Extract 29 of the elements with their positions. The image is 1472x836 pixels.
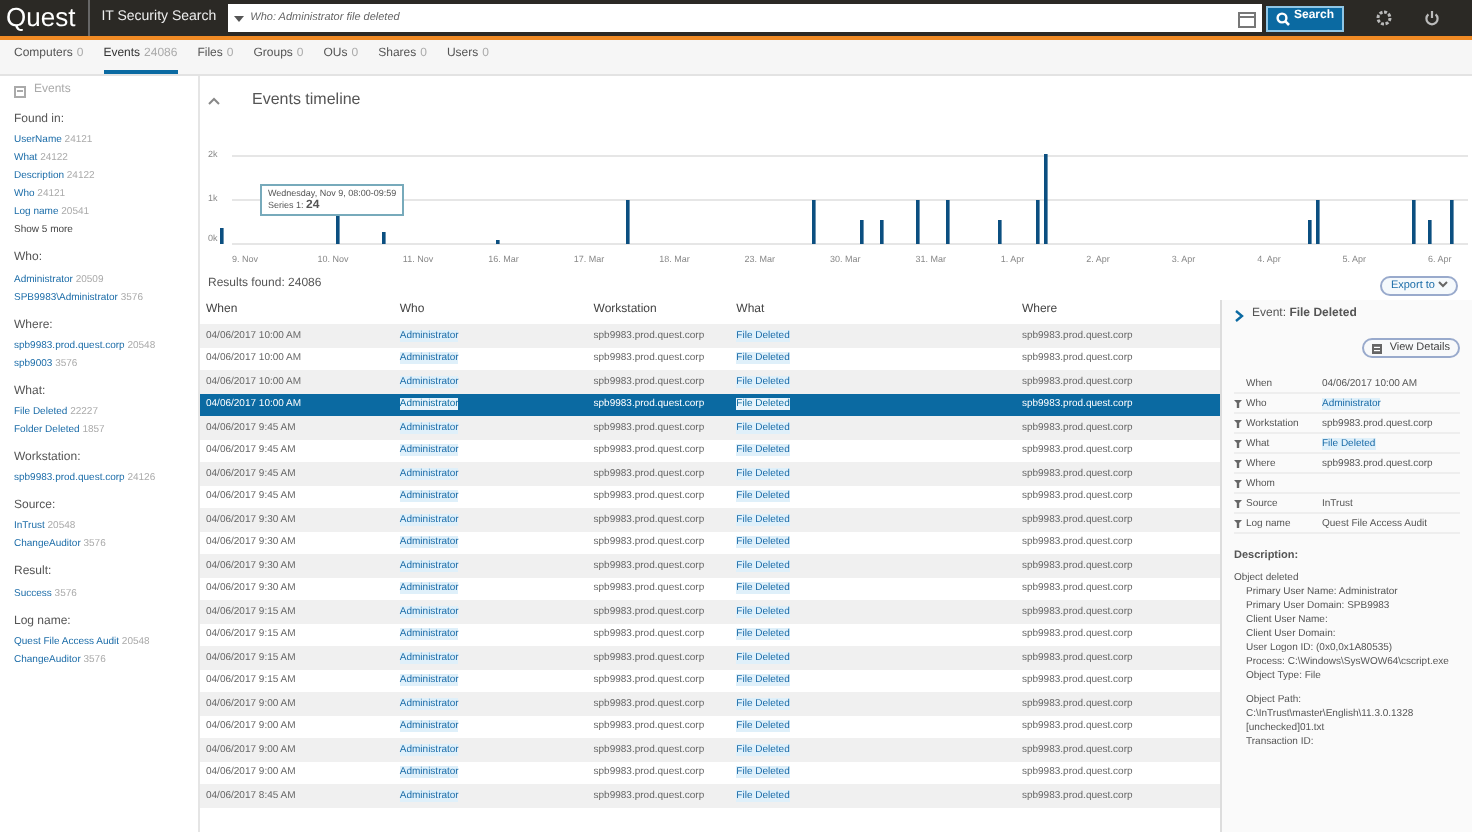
search-icon bbox=[1275, 11, 1290, 25]
timeline-bar bbox=[1412, 200, 1416, 244]
list-icon bbox=[1371, 343, 1382, 354]
timeline-bar bbox=[812, 200, 816, 244]
timeline-bar bbox=[1044, 154, 1048, 244]
timeline-bar bbox=[1308, 220, 1312, 244]
timeline-bar bbox=[998, 220, 1002, 244]
timeline-bar bbox=[496, 240, 500, 244]
timeline-title: Events timeline bbox=[252, 90, 361, 110]
timeline-bar bbox=[220, 228, 224, 244]
timeline-bar bbox=[880, 220, 884, 244]
timeline-bar bbox=[916, 200, 920, 244]
timeline-bar bbox=[382, 232, 386, 244]
calendar-icon bbox=[1237, 9, 1256, 27]
power-icon bbox=[1424, 10, 1440, 26]
timeline-bar bbox=[626, 200, 630, 244]
timeline-bar bbox=[946, 200, 950, 244]
collapse-icon bbox=[208, 95, 220, 105]
timeline-bar bbox=[1428, 220, 1432, 244]
timeline-bar bbox=[1036, 200, 1040, 244]
settings-icon bbox=[1376, 10, 1392, 26]
events-icon bbox=[14, 85, 26, 98]
timeline-bar bbox=[1316, 200, 1320, 244]
timeline-bar bbox=[1450, 200, 1454, 244]
logo-text: Quest bbox=[0, 0, 90, 36]
caret-icon bbox=[234, 13, 245, 23]
caret-icon bbox=[1438, 280, 1448, 289]
timeline-bar bbox=[860, 220, 864, 244]
chevron-icon bbox=[1234, 309, 1244, 322]
